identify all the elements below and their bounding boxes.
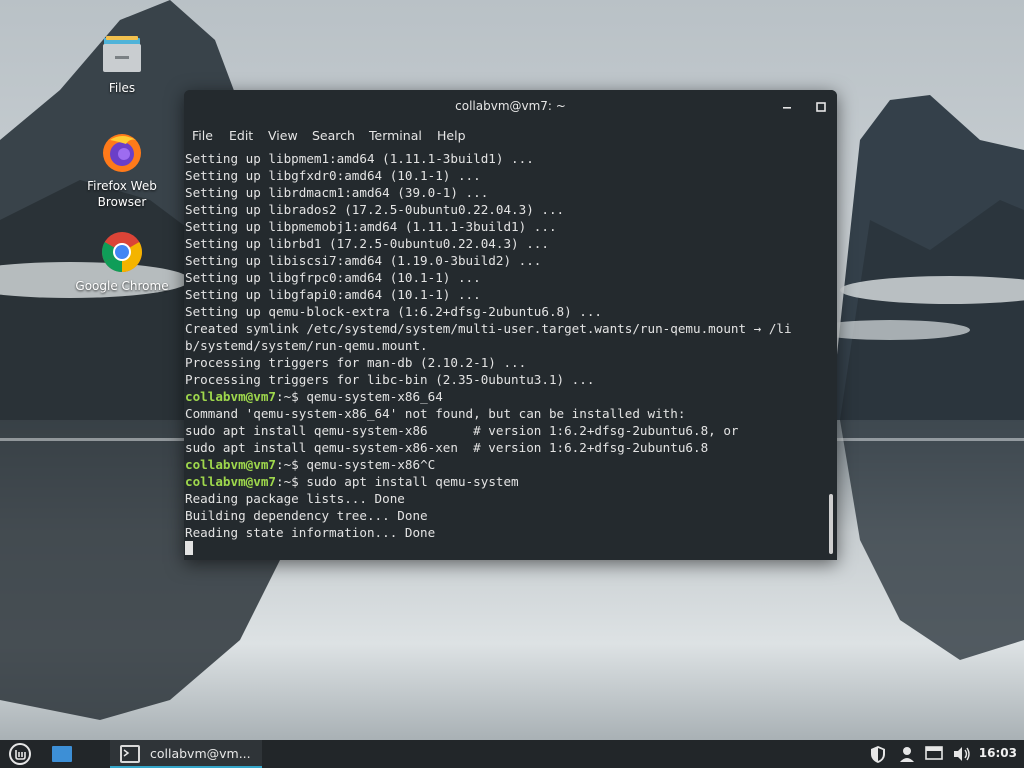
terminal-line: Setting up librdmacm1:amd64 (39.0-1) ...: [185, 184, 823, 201]
prompt-suffix: :~$: [276, 457, 307, 472]
terminal-line: Setting up qemu-block-extra (1:6.2+dfsg-…: [185, 303, 823, 320]
line-text: Setting up librbd1 (17.2.5-0ubuntu0.22.0…: [185, 236, 549, 251]
terminal-output[interactable]: Setting up libpmem1:amd64 (1.11.1-3build…: [185, 150, 823, 555]
menu-terminal[interactable]: Terminal: [369, 128, 422, 143]
prompt-suffix: :~$: [276, 389, 307, 404]
chrome-icon: [102, 232, 142, 272]
line-text: sudo apt install qemu-system-x86 # versi…: [185, 423, 739, 438]
terminal-line: Setting up libiscsi7:amd64 (1.19.0-3buil…: [185, 252, 823, 269]
line-text: Setting up librados2 (17.2.5-0ubuntu0.22…: [185, 202, 565, 217]
terminal-icon: [120, 745, 140, 763]
taskbar-task-terminal[interactable]: collabvm@vm...: [110, 740, 262, 768]
text-cursor: [185, 541, 193, 555]
tray-user[interactable]: [895, 740, 919, 768]
terminal-line: Reading package lists... Done: [185, 490, 823, 507]
terminal-line: Processing triggers for man-db (2.10.2-1…: [185, 354, 823, 371]
menu-view[interactable]: View: [268, 128, 298, 143]
terminal-line: Setting up libgfxdr0:amd64 (10.1-1) ...: [185, 167, 823, 184]
line-text: Processing triggers for libc-bin (2.35-0…: [185, 372, 595, 387]
desktop-icon-chrome[interactable]: Google Chrome: [67, 230, 177, 294]
clock[interactable]: 16:03: [979, 746, 1017, 760]
line-text: Processing triggers for man-db (2.10.2-1…: [185, 355, 527, 370]
maximize-button[interactable]: [812, 98, 830, 116]
shield-icon: [871, 746, 885, 763]
line-text: Setting up libgfxdr0:amd64 (10.1-1) ...: [185, 168, 481, 183]
line-text: Setting up libpmem1:amd64 (1.11.1-3build…: [185, 151, 534, 166]
desktop-icon-firefox[interactable]: Firefox Web Browser: [67, 130, 177, 210]
line-text: Setting up libgfapi0:amd64 (10.1-1) ...: [185, 287, 481, 302]
menu-edit[interactable]: Edit: [229, 128, 253, 143]
prompt-user: collabvm@vm7: [185, 457, 276, 472]
menubar: File Edit View Search Terminal Help: [184, 128, 837, 148]
terminal-line: Setting up librados2 (17.2.5-0ubuntu0.22…: [185, 201, 823, 218]
terminal-line: collabvm@vm7:~$ sudo apt install qemu-sy…: [185, 473, 823, 490]
tray-shield[interactable]: [866, 740, 890, 768]
line-text: Setting up libpmemobj1:amd64 (1.11.1-3bu…: [185, 219, 557, 234]
start-menu-button[interactable]: [6, 740, 34, 768]
prompt-user: collabvm@vm7: [185, 474, 276, 489]
tray-display[interactable]: [922, 740, 946, 768]
line-text: Setting up libiscsi7:amd64 (1.19.0-3buil…: [185, 253, 542, 268]
desktop-icon-label: Firefox Web Browser: [87, 179, 157, 209]
display-icon: [925, 746, 943, 760]
line-text: sudo apt install qemu-system: [306, 474, 519, 489]
line-text: Building dependency tree... Done: [185, 508, 428, 523]
desktop-icon-label: Files: [108, 81, 136, 95]
menu-file[interactable]: File: [192, 128, 213, 143]
line-text: Command 'qemu-system-x86_64' not found, …: [185, 406, 686, 421]
line-text: b/systemd/system/run-qemu.mount.: [185, 338, 428, 353]
terminal-line: Command 'qemu-system-x86_64' not found, …: [185, 405, 823, 422]
prompt-suffix: :~$: [276, 474, 307, 489]
line-text: qemu-system-x86_64: [306, 389, 443, 404]
menu-search[interactable]: Search: [312, 128, 355, 143]
terminal-input-line[interactable]: [185, 541, 823, 555]
terminal-line: Setting up libgfrpc0:amd64 (10.1-1) ...: [185, 269, 823, 286]
folder-icon: [103, 36, 141, 72]
window-title: collabvm@vm7: ~: [455, 99, 566, 113]
line-text: Setting up qemu-block-extra (1:6.2+dfsg-…: [185, 304, 603, 319]
terminal-line: Setting up libpmemobj1:amd64 (1.11.1-3bu…: [185, 218, 823, 235]
desktop-icon-files[interactable]: Files: [67, 32, 177, 96]
show-desktop-icon: [52, 746, 72, 762]
terminal-line: b/systemd/system/run-qemu.mount.: [185, 337, 823, 354]
terminal-line: Setting up libgfapi0:amd64 (10.1-1) ...: [185, 286, 823, 303]
firefox-icon: [103, 134, 141, 172]
taskbar: collabvm@vm... 16:03: [0, 740, 1024, 768]
task-label: collabvm@vm...: [150, 746, 251, 761]
terminal-window[interactable]: collabvm@vm7: ~ File Edit View Search Te…: [184, 90, 837, 560]
line-text: Setting up libgfrpc0:amd64 (10.1-1) ...: [185, 270, 481, 285]
scrollbar[interactable]: [829, 494, 833, 554]
terminal-line: Reading state information... Done: [185, 524, 823, 541]
terminal-line: Created symlink /etc/systemd/system/mult…: [185, 320, 823, 337]
terminal-line: collabvm@vm7:~$ qemu-system-x86^C: [185, 456, 823, 473]
maximize-icon: [816, 102, 826, 112]
line-text: sudo apt install qemu-system-x86-xen # v…: [185, 440, 709, 455]
terminal-line: collabvm@vm7:~$ qemu-system-x86_64: [185, 388, 823, 405]
volume-icon: [954, 747, 970, 761]
terminal-line: Setting up librbd1 (17.2.5-0ubuntu0.22.0…: [185, 235, 823, 252]
terminal-line: Building dependency tree... Done: [185, 507, 823, 524]
prompt-user: collabvm@vm7: [185, 389, 276, 404]
line-text: Setting up librdmacm1:amd64 (39.0-1) ...: [185, 185, 489, 200]
show-desktop-button[interactable]: [48, 740, 76, 768]
terminal-line: sudo apt install qemu-system-x86-xen # v…: [185, 439, 823, 456]
line-text: Created symlink /etc/systemd/system/mult…: [185, 321, 792, 336]
tray-volume[interactable]: [950, 740, 974, 768]
terminal-line: Processing triggers for libc-bin (2.35-0…: [185, 371, 823, 388]
menu-help[interactable]: Help: [437, 128, 466, 143]
terminal-line: Setting up libpmem1:amd64 (1.11.1-3build…: [185, 150, 823, 167]
user-icon: [900, 747, 914, 762]
desktop-icon-label: Google Chrome: [75, 279, 169, 293]
mint-menu-icon: [9, 743, 31, 765]
line-text: Reading state information... Done: [185, 525, 436, 540]
terminal-line: sudo apt install qemu-system-x86 # versi…: [185, 422, 823, 439]
window-titlebar[interactable]: collabvm@vm7: ~: [184, 90, 837, 124]
line-text: qemu-system-x86^C: [306, 457, 436, 472]
line-text: Reading package lists... Done: [185, 491, 405, 506]
